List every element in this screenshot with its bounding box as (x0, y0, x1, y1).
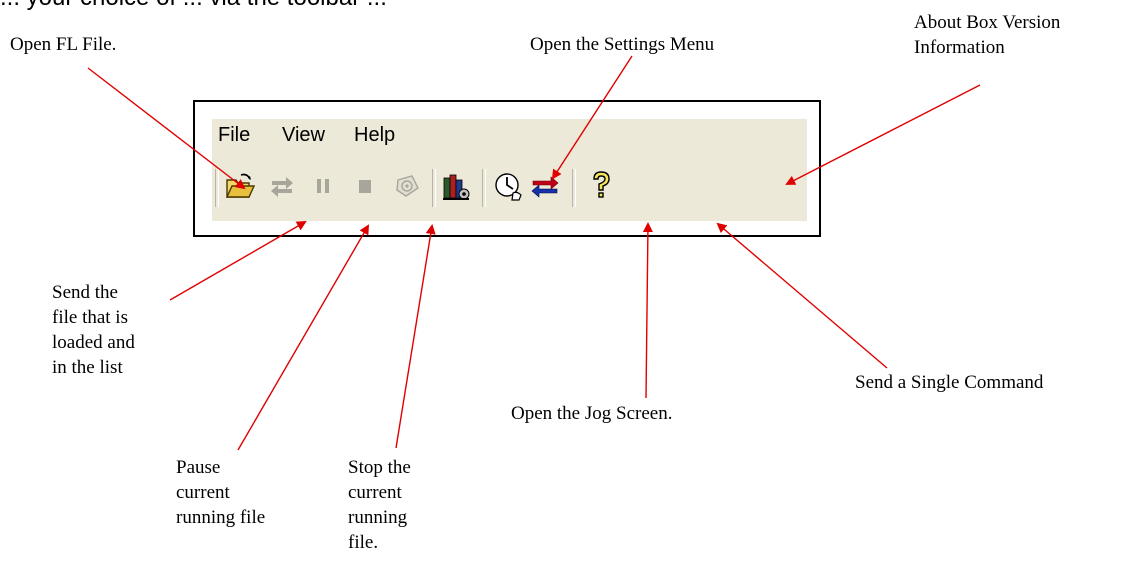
menu-view[interactable]: View (282, 124, 325, 147)
toolbar (212, 165, 807, 211)
pause-button[interactable] (306, 171, 340, 205)
menu-file[interactable]: File (218, 124, 250, 147)
menu-help[interactable]: Help (354, 124, 395, 147)
about-button[interactable] (584, 170, 618, 207)
stop-icon (353, 174, 377, 203)
send-arrows-icon (268, 172, 296, 205)
jog-screen-button[interactable] (492, 171, 526, 205)
arrow-stop (395, 224, 436, 449)
label-stop-line4: file. (348, 532, 379, 553)
open-folder-icon (225, 172, 256, 205)
label-jog-screen: Open the Jog Screen. (511, 403, 673, 424)
toolbar-screenshot: File View Help (193, 100, 821, 237)
jog-hand-icon (493, 171, 525, 206)
callout-arrows (87, 55, 981, 451)
gear-disc-icon (392, 171, 422, 206)
label-settings-menu: Open the Settings Menu (530, 34, 715, 55)
label-send-line2: file that is (52, 307, 128, 328)
arrow-single-command (716, 222, 888, 369)
arrow-jog (642, 222, 653, 399)
settings-button[interactable] (439, 171, 473, 205)
toolbar-grip (215, 169, 219, 207)
label-about-line1: About Box Version (914, 12, 1061, 33)
stop-button[interactable] (348, 171, 382, 205)
label-stop-line2: current (348, 482, 402, 503)
menu-bar: File View Help (212, 119, 807, 153)
send-file-button[interactable] (265, 171, 299, 205)
arrow-pause (237, 224, 370, 451)
disabled-tool-button[interactable] (390, 171, 424, 205)
toolbar-window: File View Help (212, 119, 807, 221)
open-fl-file-button[interactable] (223, 171, 257, 205)
label-open-fl-file: Open FL File. (10, 34, 117, 55)
label-pause: Pause current running file (176, 455, 265, 530)
label-send-line4: in the list (52, 357, 123, 378)
toolbar-separator-3 (572, 169, 576, 207)
label-about-box: About Box Version Information (914, 10, 1060, 60)
label-send-line3: loaded and (52, 332, 135, 353)
label-pause-line3: running file (176, 507, 266, 528)
label-stop: Stop the current running file. (348, 455, 411, 555)
label-stop-line3: running (348, 507, 408, 528)
toolbar-separator-2 (482, 169, 486, 207)
label-about-line2: Information (914, 37, 1005, 58)
pause-icon (311, 174, 335, 203)
heading-fragment: ... your choice of ... via the toolbar .… (0, 0, 387, 12)
swap-arrows-icon (530, 173, 560, 204)
label-stop-line1: Stop the (348, 457, 411, 478)
label-single-command: Send a Single Command (855, 372, 1044, 393)
label-send-line1: Send the (52, 282, 118, 303)
question-mark-icon (588, 170, 614, 207)
settings-books-icon (441, 170, 471, 207)
label-send-file: Send the file that is loaded and in the … (52, 280, 135, 380)
toolbar-separator-1 (432, 169, 436, 207)
label-pause-line1: Pause (176, 457, 221, 478)
label-pause-line2: current (176, 482, 230, 503)
single-command-button[interactable] (528, 171, 562, 205)
